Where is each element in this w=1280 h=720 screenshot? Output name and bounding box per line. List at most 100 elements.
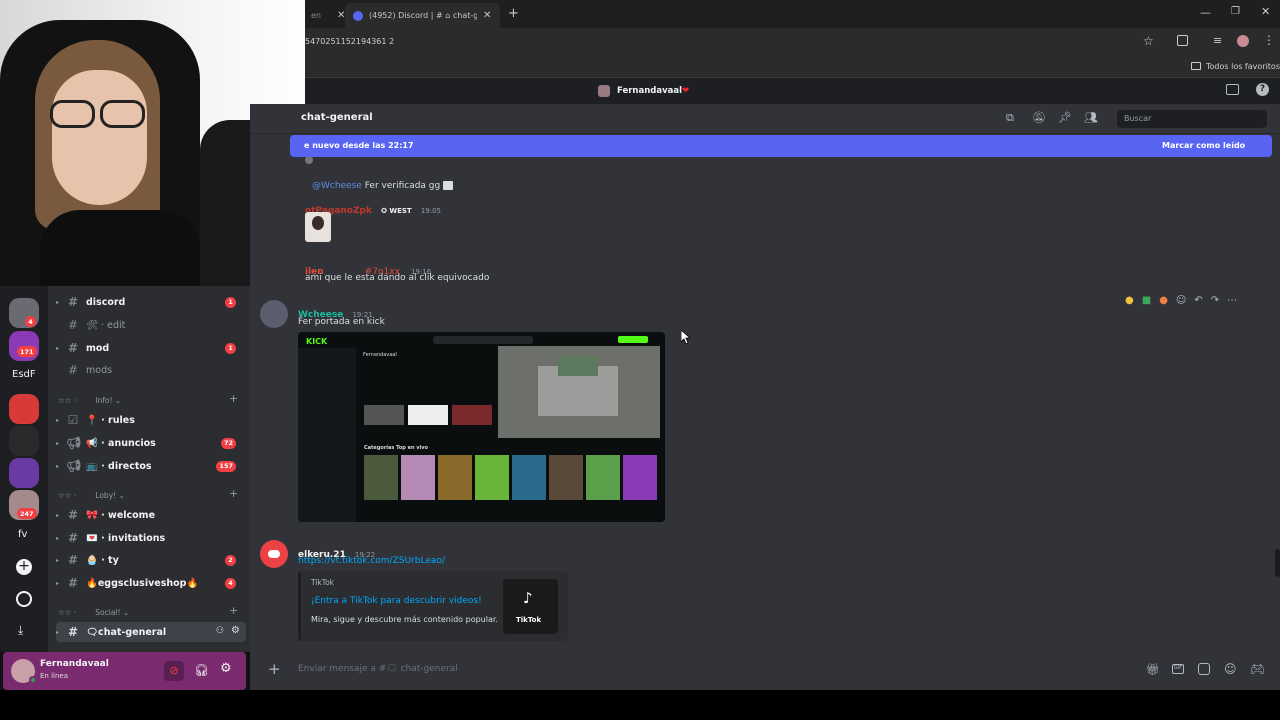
media-icon[interactable]: ≡ [1213, 34, 1222, 47]
channel-item[interactable]: # mods [56, 360, 246, 380]
help-icon[interactable]: ? [1256, 83, 1269, 96]
tiktok-logo-icon: ♪ [523, 589, 533, 607]
server-badge: 4 [25, 316, 36, 327]
category-info[interactable]: ☆☆ · Info! ⌄ [58, 396, 121, 405]
reply-line: @Wcheese Fer verificada gg [312, 181, 454, 191]
mark-as-read-button[interactable]: Marcar como leído [1162, 141, 1245, 150]
extensions-icon[interactable] [1177, 35, 1188, 46]
discover-icon[interactable] [16, 591, 32, 607]
more-icon[interactable]: ⋯ [1227, 295, 1237, 306]
sticker-icon[interactable] [1198, 663, 1210, 675]
inbox-icon[interactable] [1226, 84, 1239, 95]
channel-item[interactable]: ▸ # 🎀 · welcome [56, 505, 246, 525]
reply-icon[interactable]: ↶ [1194, 295, 1202, 306]
threads-icon[interactable]: ⧉ [1006, 111, 1014, 125]
window-close-icon[interactable]: ✕ [1261, 5, 1270, 18]
discord-title-bar: Fernandavaal❤ ? [305, 78, 1280, 104]
minimize-icon[interactable]: — [1200, 6, 1211, 19]
channel-item[interactable]: ▸ ☑ 📍 · rules [56, 410, 246, 430]
mic-muted-icon[interactable]: ⊘ [164, 661, 184, 681]
notifications-muted-icon[interactable]: 🔕︎ [1032, 111, 1046, 124]
restore-icon[interactable]: ❐ [1231, 6, 1240, 17]
download-icon[interactable]: ⤓ [18, 623, 23, 638]
profile-avatar[interactable] [1237, 35, 1249, 47]
link-embed: TikTok ¡Entra a TikTok para descubrir vi… [298, 571, 568, 641]
menu-icon[interactable]: ⋮ [1263, 33, 1275, 47]
check-reaction-icon[interactable]: ■ [1142, 295, 1151, 306]
add-attachment-icon[interactable]: + [268, 660, 281, 678]
channel-item[interactable]: ▸ 📢︎ 📢 · anuncios 72 [56, 433, 246, 453]
gear-icon[interactable]: ⚙ [220, 661, 232, 676]
kick-sidebar [298, 348, 356, 522]
server-icon[interactable] [9, 394, 39, 424]
channel-item[interactable]: ▸ # discord 1 [56, 292, 246, 312]
channel-item[interactable]: ▸ # mod 1 [56, 338, 246, 358]
close-icon[interactable]: ✕ [483, 10, 491, 21]
gift-icon[interactable]: 🎁︎ [1146, 663, 1160, 676]
avatar[interactable] [260, 300, 288, 328]
mention[interactable]: @Wcheese [312, 181, 362, 191]
browser-tab-previous[interactable]: en ✕ [305, 3, 345, 28]
server-icon[interactable] [9, 426, 39, 456]
channel-item[interactable]: # 🛠 · edit [56, 315, 246, 335]
server-icon-esdf[interactable]: EsdF [12, 369, 36, 380]
pin-icon[interactable]: 📌︎ [1058, 111, 1072, 124]
avatar[interactable] [260, 540, 288, 568]
new-messages-bar[interactable]: e nuevo desde las 22:17 Marcar como leíd… [290, 135, 1272, 157]
browser-tab-discord[interactable]: (4952) Discord | # ⌂ chat-gene ✕ [345, 3, 500, 28]
add-server-icon[interactable]: + [16, 559, 32, 575]
embed-title[interactable]: ¡Entra a TikTok para descubrir videos! [311, 596, 482, 606]
add-channel-icon[interactable]: + [229, 392, 238, 405]
megaphone-icon: 📢︎ [66, 459, 82, 473]
window-title: Fernandavaal❤ [617, 86, 690, 96]
channel-item[interactable]: ▸ # 🧁 · ty 2 [56, 550, 246, 570]
kick-logo: KICK [306, 337, 328, 346]
embed-thumbnail[interactable]: ♪ TikTok [503, 579, 558, 634]
discord-favicon-icon [353, 10, 363, 21]
chat-area: @Wcheese Fer verificada gg otPaganoZpk ✪… [250, 134, 1280, 652]
category-loby[interactable]: ☆☆ · Loby! ⌄ [58, 491, 125, 500]
all-bookmarks-link[interactable]: Todos los favoritos [1206, 62, 1280, 71]
user-name[interactable]: Fernandavaal [40, 659, 109, 669]
hash-icon: # [67, 363, 79, 377]
category-social[interactable]: ☆☆ · Social! ⌄ [58, 608, 129, 617]
bookmarks-bar: Todos los favoritos [305, 56, 1280, 78]
bottom-letterbox [0, 690, 1280, 720]
thumbnail-label: TikTok [516, 616, 542, 624]
folder-icon [1191, 62, 1201, 70]
headphones-icon[interactable]: 🎧︎ [194, 663, 209, 677]
add-reaction-icon[interactable]: ☺ [1176, 295, 1186, 306]
mouse-cursor [681, 330, 691, 344]
channel-item[interactable]: ▸ # 💌 · invitations [56, 528, 246, 548]
add-channel-icon[interactable]: + [229, 487, 238, 500]
gear-icon[interactable]: ⚙ [231, 625, 240, 636]
member-list-icon[interactable]: 👥︎ [1084, 111, 1098, 124]
channel-list: ▸ # discord 1 # 🛠 · edit ▸ # mod 1 # mods ☆☆ ·… [48, 286, 250, 652]
scrollbar-thumb[interactable] [1275, 549, 1280, 577]
activities-icon[interactable]: 🎮︎ [1250, 662, 1265, 676]
server-icon-fv[interactable]: fv [18, 529, 27, 540]
url-field[interactable]: 5470251152194361 2 [305, 37, 394, 46]
star-icon[interactable]: ☆ [1143, 34, 1154, 48]
invite-icon[interactable]: ⚇ [216, 626, 224, 636]
channel-item[interactable]: ▸ # 🔥eggsclusiveshop🔥 4 [56, 573, 246, 593]
hash-icon: # [67, 318, 79, 332]
message-link[interactable]: https://vt.tiktok.com/ZSUrbLeao/ [298, 556, 445, 566]
sticker-image[interactable] [305, 212, 331, 242]
message-input[interactable]: Enviar mensaje a #🗨 chat-general [298, 664, 458, 674]
add-channel-icon[interactable]: + [229, 604, 238, 617]
search-box[interactable]: Buscar [1117, 110, 1267, 128]
message-text: ami que le esta dando al clik equivocado [305, 273, 490, 283]
forward-icon[interactable]: ↷ [1211, 295, 1219, 306]
gif-icon[interactable]: GIF [1172, 664, 1184, 674]
channel-item-active[interactable]: ▸ # 🗨chat-general ⚇ ⚙ [56, 622, 246, 642]
server-badge: 247 [17, 508, 37, 519]
laugh-reaction-icon[interactable]: ● [1125, 295, 1134, 306]
image-attachment[interactable]: KICK Fernandavaal Categorías Top en vivo [298, 332, 665, 522]
unread-badge: 1 [225, 342, 236, 354]
emoji-icon[interactable]: ☺ [1224, 662, 1237, 676]
new-tab-icon[interactable]: + [508, 6, 519, 21]
server-icon[interactable] [9, 458, 39, 488]
channel-item[interactable]: ▸ 📢︎ 📺 · directos 157 [56, 456, 246, 476]
heart-eyes-reaction-icon[interactable]: ● [1159, 295, 1168, 306]
